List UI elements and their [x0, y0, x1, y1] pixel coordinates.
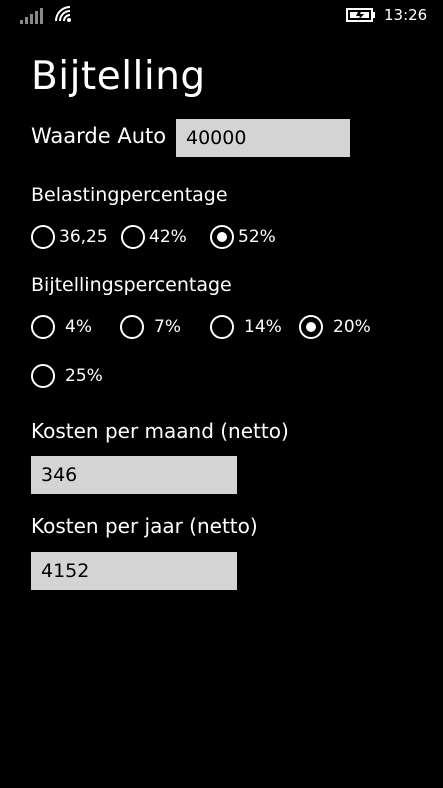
radio-circle: [31, 364, 55, 388]
battery-charging-icon: [346, 8, 375, 22]
radio-bijtelling-14[interactable]: 14%: [210, 315, 282, 339]
kosten-per-maand-field[interactable]: [31, 456, 237, 494]
radio-circle: [31, 225, 55, 249]
signal-strength-icon: [20, 8, 43, 24]
waarde-auto-input[interactable]: [176, 119, 350, 157]
clock: 13:26: [384, 6, 428, 24]
wifi-icon: [55, 6, 71, 22]
page-title: Bijtelling: [31, 54, 206, 99]
kosten-per-maand-label: Kosten per maand (netto): [31, 419, 289, 443]
radio-bijtelling-25[interactable]: 25%: [31, 364, 103, 388]
radio-label: 4%: [65, 317, 92, 337]
radio-circle: [31, 315, 55, 339]
radio-belasting-42[interactable]: 42%: [121, 225, 187, 249]
radio-circle: [210, 225, 234, 249]
radio-label: 25%: [65, 366, 103, 386]
bijtellingspercentage-label: Bijtellingspercentage: [31, 274, 232, 296]
radio-circle: [121, 225, 145, 249]
kosten-per-jaar-field[interactable]: [31, 552, 237, 590]
radio-label: 52%: [238, 227, 276, 247]
radio-circle: [120, 315, 144, 339]
status-bar: 13:26: [0, 0, 443, 32]
radio-bijtelling-20[interactable]: 20%: [299, 315, 371, 339]
kosten-per-jaar-label: Kosten per jaar (netto): [31, 514, 258, 538]
belastingpercentage-label: Belastingpercentage: [31, 184, 228, 206]
radio-label: 7%: [154, 317, 181, 337]
radio-circle: [299, 315, 323, 339]
radio-label: 20%: [333, 317, 371, 337]
radio-bijtelling-7[interactable]: 7%: [120, 315, 181, 339]
radio-bijtelling-4[interactable]: 4%: [31, 315, 92, 339]
waarde-auto-label: Waarde Auto: [31, 124, 167, 148]
radio-label: 42%: [149, 227, 187, 247]
radio-belasting-52[interactable]: 52%: [210, 225, 276, 249]
radio-belasting-36-25[interactable]: 36,25: [31, 225, 108, 249]
radio-label: 36,25: [59, 227, 108, 247]
radio-circle: [210, 315, 234, 339]
radio-label: 14%: [244, 317, 282, 337]
